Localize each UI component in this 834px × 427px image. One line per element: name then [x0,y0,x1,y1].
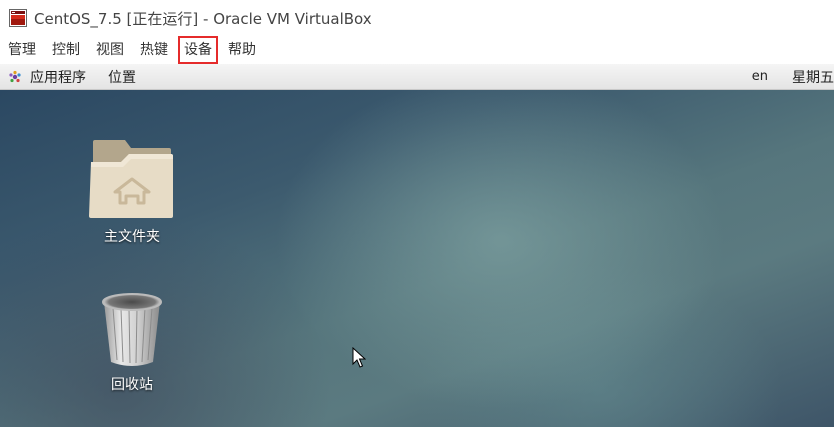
menu-item-help[interactable]: 帮助 [220,36,264,64]
trash-icon [102,293,162,366]
panel-left: 应用程序 位置 [0,67,136,87]
desktop-icon-trash[interactable]: 回收站 [72,292,192,394]
menu-bar: 管理 控制 视图 热键 设备 帮助 [0,36,834,64]
menu-item-devices[interactable]: 设备 [178,36,218,64]
desktop-icon-home-folder[interactable]: 主文件夹 [72,136,192,246]
desktop-area: 主文件夹 回收站 [0,90,834,427]
applications-menu[interactable]: 应用程序 [0,67,86,87]
gnome-foot-icon [9,70,21,82]
menu-item-view[interactable]: 视图 [88,36,132,64]
home-folder-icon [89,140,173,218]
trash-label: 回收站 [111,377,153,393]
home-folder-label: 主文件夹 [104,229,160,245]
virtualbox-app-icon [9,9,27,27]
title-bar: CentOS_7.5 [正在运行] - Oracle VM VirtualBox [0,0,834,36]
menu-item-control[interactable]: 控制 [44,36,88,64]
input-language-indicator[interactable]: en [752,69,768,84]
applications-menu-label: 应用程序 [30,69,86,86]
menu-item-manage[interactable]: 管理 [0,36,44,64]
clock-day[interactable]: 星期五 [792,67,834,87]
gnome-top-panel: 应用程序 位置 en 星期五 [0,64,834,90]
places-menu[interactable]: 位置 [108,67,136,87]
menu-item-hotkeys[interactable]: 热键 [132,36,176,64]
virtualbox-window: CentOS_7.5 [正在运行] - Oracle VM VirtualBox… [0,0,834,427]
mouse-cursor-icon [352,347,366,368]
window-title: CentOS_7.5 [正在运行] - Oracle VM VirtualBox [34,9,372,28]
panel-right: en 星期五 [752,67,834,87]
